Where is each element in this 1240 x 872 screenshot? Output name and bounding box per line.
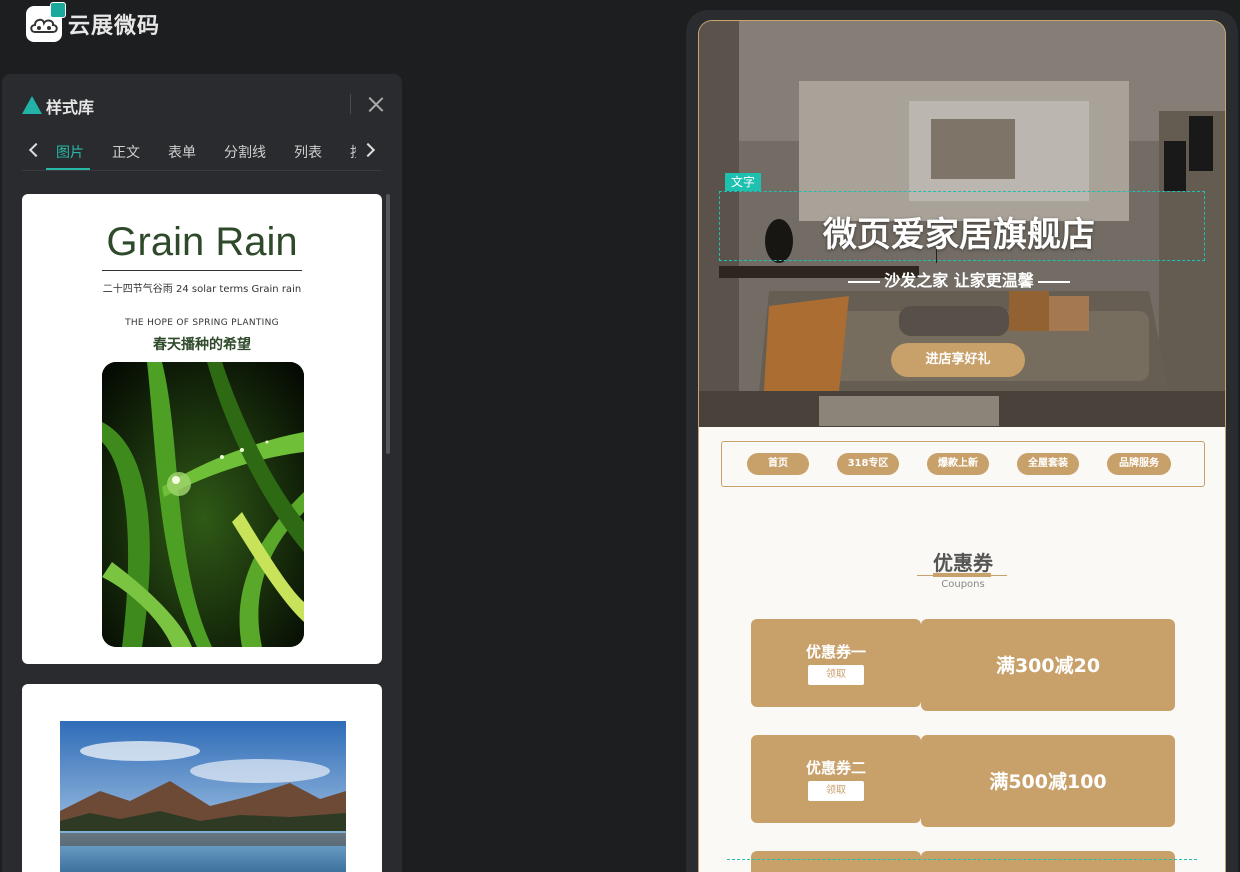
nav-full-sets[interactable]: 全屋套装 <box>1017 453 1079 475</box>
coupon-2-right[interactable]: 满500减100 <box>921 735 1175 827</box>
hero-banner[interactable]: 文字 微页爱家居旗舰店 沙发之家 让家更温馨 进店享好礼 <box>699 21 1225 427</box>
hero-subtitle[interactable]: 沙发之家 让家更温馨 <box>789 267 1129 291</box>
coupon-amount: 满500减100 <box>989 771 1107 793</box>
coupon-name: 优惠券二 <box>805 759 866 777</box>
brand-logo[interactable]: 云展微码 <box>26 2 161 42</box>
dash-right <box>1037 280 1070 283</box>
selection-tag: 文字 <box>725 173 762 191</box>
coupon-3-right-partial[interactable] <box>921 851 1175 872</box>
cloud-logo-icon <box>26 2 66 42</box>
active-tab-underline <box>46 168 90 170</box>
triangle-logo-icon <box>22 96 42 114</box>
coupon-1-right[interactable]: 满300减20 <box>921 619 1175 711</box>
mountain-lake-image <box>60 721 346 872</box>
nav-new-arrivals[interactable]: 爆款上新 <box>927 453 989 475</box>
title-underline-bar <box>933 573 991 577</box>
tabs-viewport: 图片 正文 表单 分割线 列表 按 <box>48 134 356 170</box>
coupon-2-left[interactable]: 优惠券二 领取 <box>751 735 921 823</box>
title-rule <box>102 270 302 271</box>
dash-left <box>848 280 881 283</box>
style-card-landscape[interactable] <box>22 684 382 872</box>
close-icon[interactable] <box>366 94 386 114</box>
phone-preview-screen[interactable]: 文字 微页爱家居旗舰店 沙发之家 让家更温馨 进店享好礼 首页 318专区 爆款… <box>698 20 1226 872</box>
enter-store-button[interactable]: 进店享好礼 <box>891 343 1025 377</box>
tab-lists[interactable]: 列表 <box>294 142 322 162</box>
coupon-3-left-partial[interactable] <box>751 851 921 872</box>
hero-title[interactable]: 微页爱家居旗舰店 <box>789 207 1129 256</box>
panel-scrollbar[interactable] <box>386 194 390 454</box>
style-card-grain-rain[interactable]: Grain Rain 二十四节气谷雨 24 solar terms Grain … <box>22 194 382 664</box>
brand-name: 云展微码 <box>68 14 161 39</box>
chevron-left-icon[interactable] <box>26 142 42 158</box>
coupon-section-subtitle: Coupons <box>941 579 985 590</box>
tab-dividers[interactable]: 分割线 <box>224 142 266 162</box>
selection-outline-bottom <box>727 859 1197 860</box>
category-tabs: 图片 正文 表单 分割线 列表 按 <box>22 134 382 171</box>
style-library-panel: 样式库 图片 正文 表单 分割线 列表 按 Grain Rain 二十四节气谷雨… <box>2 74 402 872</box>
card-tagline-cn: 春天播种的希望 <box>153 337 251 353</box>
card-title: Grain Rain <box>106 220 298 264</box>
panel-header: 样式库 <box>2 74 402 134</box>
nav-318-zone[interactable]: 318专区 <box>837 453 899 475</box>
tab-body-text[interactable]: 正文 <box>112 142 140 162</box>
panel-title: 样式库 <box>46 98 95 117</box>
card-tagline-en: THE HOPE OF SPRING PLANTING <box>125 318 279 328</box>
claim-button[interactable]: 领取 <box>808 665 864 685</box>
nav-home[interactable]: 首页 <box>747 453 809 475</box>
tab-forms[interactable]: 表单 <box>168 142 196 162</box>
coupon-amount: 满300减20 <box>995 655 1101 677</box>
tab-images[interactable]: 图片 <box>56 142 84 162</box>
grass-dewdrop-image <box>102 362 304 647</box>
coupon-section-title: 优惠券 <box>933 551 993 575</box>
hero-subtitle-text: 沙发之家 让家更温馨 <box>884 271 1034 290</box>
tab-buttons[interactable]: 按 <box>350 142 356 162</box>
card-subtitle: 二十四节气谷雨 24 solar terms Grain rain <box>102 284 302 295</box>
claim-button[interactable]: 领取 <box>808 781 864 801</box>
coupon-name: 优惠券一 <box>805 643 866 661</box>
chevron-right-icon[interactable] <box>362 142 378 158</box>
coupon-1-left[interactable]: 优惠券一 领取 <box>751 619 921 707</box>
header-divider <box>350 94 351 114</box>
category-nav: 首页 318专区 爆款上新 全屋套装 品牌服务 <box>721 441 1205 487</box>
text-cursor <box>936 249 937 263</box>
nav-brand-service[interactable]: 品牌服务 <box>1107 453 1171 475</box>
qr-badge-icon <box>50 2 66 18</box>
style-list[interactable]: Grain Rain 二十四节气谷雨 24 solar terms Grain … <box>22 194 382 872</box>
